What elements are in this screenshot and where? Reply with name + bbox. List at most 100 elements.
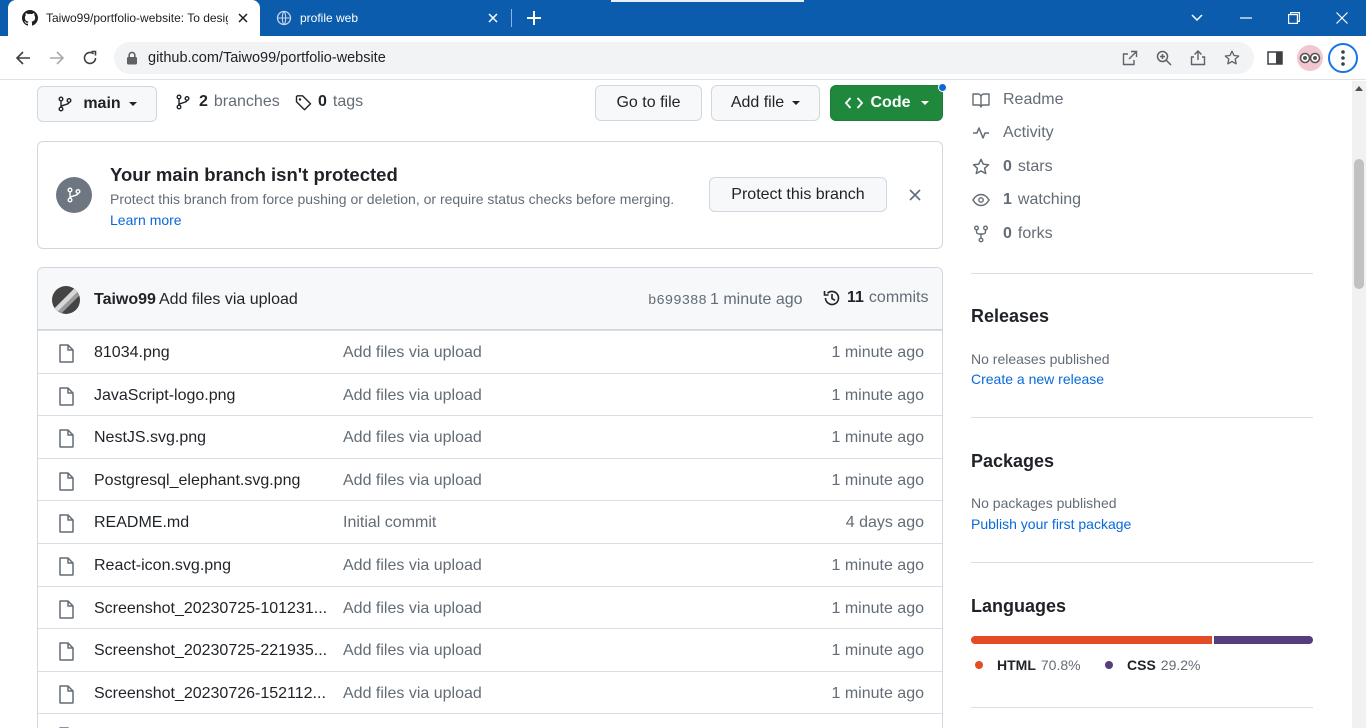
page-scrollbar[interactable] xyxy=(1352,81,1366,728)
go-to-file-button[interactable]: Go to file xyxy=(595,85,702,121)
sidebar-watching-link[interactable]: 1 watching xyxy=(971,190,1081,210)
file-commit-message-link[interactable]: Add files via upload xyxy=(343,387,482,405)
protect-branch-button[interactable]: Protect this branch xyxy=(709,177,887,212)
languages-heading: Languages xyxy=(971,596,1067,616)
divider xyxy=(971,273,1313,274)
tags-count: 0 xyxy=(318,93,327,110)
bookmark-star-icon[interactable] xyxy=(1222,48,1242,68)
restore-button[interactable] xyxy=(1282,6,1306,30)
activity-label: Activity xyxy=(1003,124,1054,141)
file-name-link[interactable]: React-icon.svg.png xyxy=(94,557,326,575)
forward-button[interactable] xyxy=(46,47,68,69)
file-name-link[interactable]: JavaScript-logo.png xyxy=(94,387,326,405)
add-file-button[interactable]: Add file xyxy=(711,85,820,121)
reload-button[interactable] xyxy=(79,47,101,69)
minimize-button[interactable] xyxy=(1234,6,1258,30)
share-icon[interactable] xyxy=(1188,48,1208,68)
tab-title: profile web xyxy=(300,11,359,25)
language-bar-segment xyxy=(971,636,1212,644)
window-close-button[interactable] xyxy=(1330,6,1354,30)
language-percent: 70.8% xyxy=(1040,657,1081,673)
file-commit-time: 1 minute ago xyxy=(831,471,924,489)
file-row: NestJS.svg.png Add files via upload 1 minu… xyxy=(38,415,942,458)
language-color-dot xyxy=(975,661,983,669)
close-icon[interactable] xyxy=(234,9,252,27)
new-tab-button[interactable] xyxy=(524,8,544,28)
packages-heading[interactable]: Packages xyxy=(971,451,1054,472)
file-icon xyxy=(58,599,74,619)
chevron-down-icon[interactable] xyxy=(1186,7,1208,29)
divider xyxy=(971,562,1313,563)
commits-label: commits xyxy=(868,289,929,306)
language-item[interactable]: HTML 70.8% xyxy=(975,657,1081,673)
releases-heading[interactable]: Releases xyxy=(971,306,1049,327)
file-commit-message-link[interactable]: Add files via upload xyxy=(343,642,482,660)
tab-profile-web[interactable]: profile web xyxy=(262,0,510,36)
language-item[interactable]: CSS 29.2% xyxy=(1105,657,1201,673)
sidebar-stars-link[interactable]: 0 stars xyxy=(971,157,1053,177)
file-commit-time: 1 minute ago xyxy=(831,429,924,447)
sidebar-readme-link[interactable]: Readme xyxy=(971,90,1063,110)
close-icon[interactable] xyxy=(484,9,502,27)
sidebar-forks-link[interactable]: 0 forks xyxy=(971,224,1053,244)
scrollbar-thumb[interactable] xyxy=(1354,159,1364,289)
sidebar-activity-link[interactable]: Activity xyxy=(971,123,1054,143)
publish-package-link[interactable]: Publish your first package xyxy=(971,516,1131,532)
branches-label: branches xyxy=(213,93,280,110)
profile-avatar[interactable] xyxy=(1297,45,1323,71)
zoom-icon[interactable] xyxy=(1154,48,1174,68)
learn-more-link[interactable]: Learn more xyxy=(110,212,182,228)
file-name-link[interactable]: Screenshot_20230726-152112.... xyxy=(94,685,326,703)
code-button[interactable]: Code xyxy=(830,85,943,121)
file-name-link[interactable]: Postgresql_elephant.svg.png xyxy=(94,472,326,490)
file-commit-message-link[interactable]: Initial commit xyxy=(343,514,436,532)
file-name-link[interactable]: NestJS.svg.png xyxy=(94,429,326,447)
file-commit-time: 1 minute ago xyxy=(831,642,924,660)
avatar[interactable] xyxy=(52,286,80,314)
commits-link[interactable]: 11 commits xyxy=(823,289,928,307)
file-commit-message-link[interactable]: Add files via upload xyxy=(343,685,482,703)
commit-author-link[interactable]: Taiwo99 xyxy=(94,291,156,309)
create-release-link[interactable]: Create a new release xyxy=(971,371,1104,387)
tab-github-repo[interactable]: Taiwo99/portfolio-website: To desig xyxy=(8,0,260,36)
divider xyxy=(971,707,1313,708)
address-bar[interactable]: github.com/Taiwo99/portfolio-website xyxy=(114,42,1254,74)
commit-sha-link[interactable]: b699388 xyxy=(648,293,707,309)
branch-select-button[interactable]: main xyxy=(37,86,157,122)
file-row: Postgresql_elephant.svg.png Add files via… xyxy=(38,457,942,501)
branch-icon xyxy=(56,177,92,213)
browser-toolbar: github.com/Taiwo99/portfolio-website xyxy=(0,36,1366,80)
file-name-link[interactable]: Screenshot_20230725-221935.... xyxy=(94,642,326,660)
close-icon[interactable] xyxy=(906,186,924,204)
branches-link[interactable]: 2 branches xyxy=(175,93,280,111)
tags-link[interactable]: 0 tags xyxy=(295,93,363,111)
file-commit-message-link[interactable]: Add files via upload xyxy=(343,344,482,362)
language-name: HTML xyxy=(997,657,1036,673)
packages-text: No packages published xyxy=(971,495,1117,511)
file-name-link[interactable]: README.md xyxy=(94,514,326,532)
banner-title: Your main branch isn't protected xyxy=(110,164,398,185)
tab-separator xyxy=(511,9,512,27)
file-row: JavaScript-logo.png Add files via upload 1… xyxy=(38,372,942,416)
file-commit-time: 4 days ago xyxy=(845,514,924,532)
file-commit-message-link[interactable]: Add files via upload xyxy=(343,472,482,490)
file-commit-message-link[interactable]: Add files via upload xyxy=(343,557,482,575)
browser-menu-button[interactable] xyxy=(1328,43,1358,73)
code-label: Code xyxy=(870,94,911,111)
watching-count: 1 xyxy=(1003,191,1012,208)
commit-message-link[interactable]: Add files via upload xyxy=(159,291,298,309)
open-in-app-icon[interactable] xyxy=(1120,48,1140,68)
file-name-link[interactable]: 81034.png xyxy=(94,344,326,362)
file-name-link[interactable]: Screenshot_20230725-101231.... xyxy=(94,600,326,618)
file-icon xyxy=(58,472,74,491)
globe-icon xyxy=(276,10,292,26)
scroll-up-arrow-icon[interactable] xyxy=(1355,85,1363,91)
branch-protection-banner: Your main branch isn't protected Protect… xyxy=(37,141,943,249)
file-icon xyxy=(58,514,74,534)
side-panel-icon[interactable] xyxy=(1263,46,1287,70)
back-button[interactable] xyxy=(12,47,34,69)
file-commit-message-link[interactable]: Add files via upload xyxy=(343,600,482,618)
book-icon xyxy=(971,90,991,110)
language-percent: 29.2% xyxy=(1160,657,1201,673)
file-commit-message-link[interactable]: Add files via upload xyxy=(343,429,482,447)
